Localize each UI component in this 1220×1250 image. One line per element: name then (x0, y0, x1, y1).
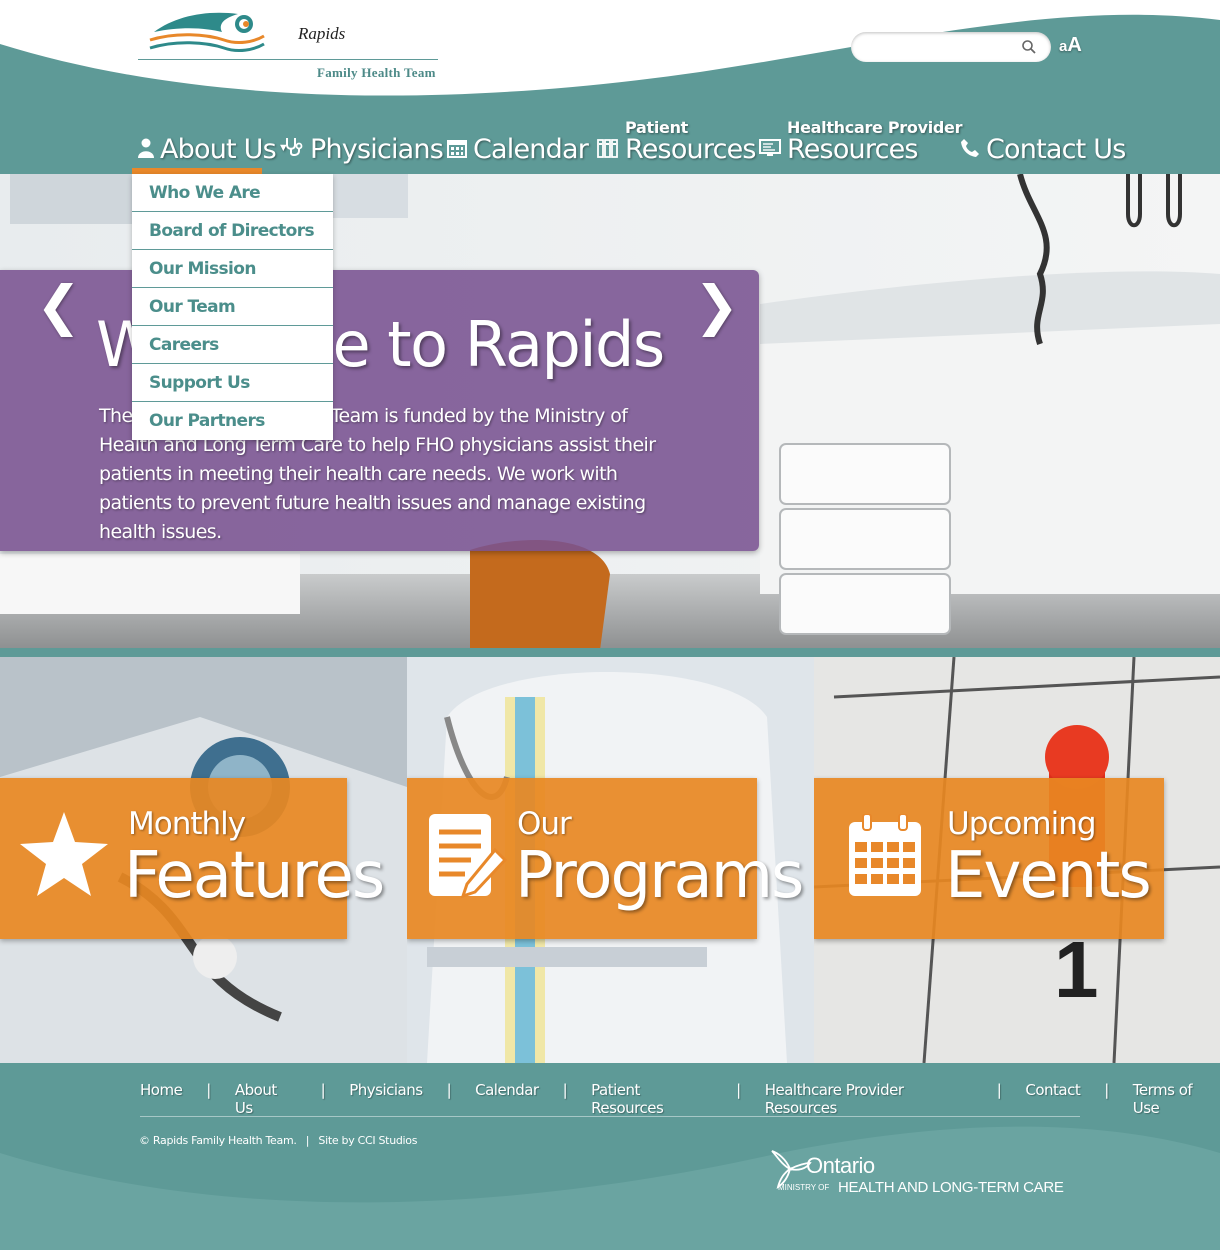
dropdown-item-who-we-are[interactable]: Who We Are (132, 174, 333, 212)
footer-separator: | (320, 1081, 326, 1099)
footer-link-home[interactable]: Home (140, 1081, 183, 1117)
font-size-toggle[interactable]: aA (1059, 34, 1082, 57)
footer-link-contact[interactable]: Contact (1025, 1081, 1080, 1117)
calendar-icon (849, 814, 921, 896)
nav-label: Calendar (473, 134, 589, 165)
section-divider (0, 648, 1220, 657)
copyright-text: © Rapids Family Health Team. (139, 1134, 297, 1147)
dropdown-item-support-us[interactable]: Support Us (132, 364, 333, 402)
ontario-wordmark: Ontario (806, 1153, 875, 1178)
logo-name: Rapids (298, 24, 346, 43)
tile-our-programs[interactable]: Our Programs (407, 657, 814, 1063)
footer-copyright-row: © Rapids Family Health Team. | Site by C… (139, 1134, 417, 1147)
site-logo[interactable]: Rapids Family Health Team (138, 8, 440, 82)
footer-link-about-us[interactable]: About Us (235, 1081, 297, 1117)
tile-big-label: Features (124, 839, 385, 913)
ministry-prefix: MINISTRY OF (778, 1183, 830, 1192)
dropdown-item-careers[interactable]: Careers (132, 326, 333, 364)
site-footer: Home | About Us | Physicians | Calendar | Pa… (0, 1063, 1220, 1250)
nav-healthcare-provider-resources[interactable]: Healthcare Provider Resources (759, 104, 962, 166)
footer-separator: | (736, 1081, 741, 1099)
logo-subtitle: Family Health Team (317, 65, 436, 80)
site-header: Rapids Family Health Team aA About Us ▼ … (0, 0, 1220, 174)
search-box (851, 32, 1051, 62)
slider-next-arrow-icon[interactable]: ❯ (694, 274, 739, 337)
nav-label: About Us (160, 134, 277, 165)
site-credit-link[interactable]: Site by CCI Studios (318, 1134, 417, 1147)
tile-big-label: Events (945, 839, 1152, 913)
document-icon (429, 814, 507, 899)
search-input[interactable] (863, 32, 1023, 62)
footer-separator: | (305, 1134, 310, 1147)
monitor-icon (759, 139, 781, 156)
hero-caption-box: Welcome to Rapids The Rapids Family Heal… (0, 270, 759, 551)
tile-card: Our Programs (407, 778, 804, 939)
tile-small-label: Upcoming (947, 806, 1097, 842)
footer-separator: | (446, 1081, 452, 1099)
nav-patient-resources[interactable]: Patient Resources (597, 104, 756, 166)
nav-about-us[interactable]: About Us ▼ (138, 104, 289, 166)
dropdown-item-board-of-directors[interactable]: Board of Directors (132, 212, 333, 250)
tile-small-label: Monthly (128, 806, 246, 842)
footer-link-calendar[interactable]: Calendar (475, 1081, 539, 1117)
footer-link-patient-resources[interactable]: Patient Resources (591, 1081, 712, 1117)
phone-icon (961, 139, 979, 157)
about-us-dropdown-menu: Who We Are Board of Directors Our Missio… (132, 174, 333, 440)
footer-link-terms-of-use[interactable]: Terms of Use (1133, 1081, 1220, 1117)
tile-card: Monthly Features (0, 778, 385, 939)
footer-divider (140, 1116, 1080, 1117)
footer-separator: | (562, 1081, 568, 1099)
nav-physicians[interactable]: Physicians (284, 104, 444, 166)
search-icon[interactable] (1021, 39, 1037, 55)
dropdown-item-our-mission[interactable]: Our Mission (132, 250, 333, 288)
footer-link-healthcare-provider-resources[interactable]: Healthcare Provider Resources (765, 1081, 973, 1117)
nav-contact-us[interactable]: Contact Us (960, 104, 1126, 166)
footer-nav: Home | About Us | Physicians | Calendar | Pa… (140, 1081, 1220, 1117)
font-size-large: A (1067, 34, 1082, 56)
nav-label: Resources (625, 134, 756, 165)
star-icon (20, 812, 108, 896)
calendar-icon (447, 140, 467, 158)
ontario-ministry-logo[interactable]: Ontario MINISTRY OF HEALTH AND LONG-TERM… (768, 1149, 1088, 1209)
tile-small-label: Our (517, 806, 572, 842)
logo-divider (138, 59, 438, 60)
person-icon (138, 138, 154, 158)
nav-calendar[interactable]: Calendar (447, 104, 589, 166)
footer-separator: | (1104, 1081, 1109, 1099)
nav-label: Contact Us (986, 134, 1126, 165)
footer-separator: | (996, 1081, 1002, 1099)
dropdown-item-our-partners[interactable]: Our Partners (132, 402, 333, 440)
books-icon (597, 139, 618, 158)
tile-upcoming-events[interactable]: 1 Upcoming Events (814, 657, 1220, 1063)
tile-card: Upcoming Events (814, 778, 1164, 939)
ministry-name: HEALTH AND LONG-TERM CARE (838, 1179, 1064, 1196)
tile-big-label: Programs (515, 839, 804, 913)
logo-swoosh-icon (149, 12, 265, 53)
dropdown-item-our-team[interactable]: Our Team (132, 288, 333, 326)
nav-label: Resources (787, 134, 918, 165)
footer-link-physicians[interactable]: Physicians (349, 1081, 423, 1117)
slider-prev-arrow-icon[interactable]: ❮ (36, 274, 81, 337)
tile-monthly-features[interactable]: Monthly Features (0, 657, 407, 1063)
nav-label: Physicians (310, 134, 444, 165)
footer-separator: | (206, 1081, 211, 1099)
stethoscope-icon (286, 138, 303, 157)
